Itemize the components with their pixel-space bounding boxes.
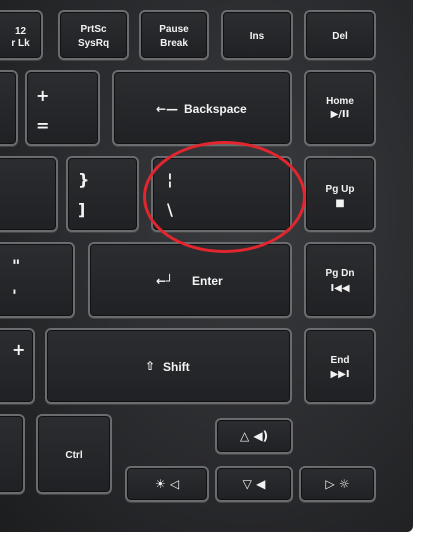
- key-ins-label: Ins: [249, 31, 265, 42]
- key-ctrl[interactable]: Ctrl: [36, 414, 112, 494]
- key-shift[interactable]: ⇧ Shift: [45, 328, 292, 404]
- key-left-edge-row2[interactable]: [0, 70, 18, 146]
- key-plus-symbol: +: [36, 86, 50, 105]
- key-enter[interactable]: ←┘ Enter: [88, 242, 292, 318]
- key-pause[interactable]: Pause Break: [139, 10, 209, 60]
- key-home[interactable]: Home ▶/II: [304, 70, 376, 146]
- brightness-down-icon: ☀ ◁: [154, 477, 180, 491]
- volume-down-icon: ▽ ◀: [242, 477, 266, 491]
- previous-track-icon: I◀◀: [330, 283, 350, 294]
- keyboard-photo: 12 r Lk PrtSc SysRq Pause Break Ins Del …: [0, 0, 413, 532]
- key-brace[interactable]: } ]: [66, 156, 139, 232]
- key-f12-top: 12: [14, 26, 27, 37]
- key-prtsc[interactable]: PrtSc SysRq: [58, 10, 129, 60]
- key-bracket-symbol: ]: [78, 200, 86, 219]
- key-left-edge-row6[interactable]: [0, 414, 25, 494]
- key-brace-symbol: }: [78, 170, 90, 189]
- key-prtsc-top: PrtSc: [80, 24, 107, 35]
- key-prtsc-bottom: SysRq: [77, 38, 110, 49]
- key-left-edge-row5[interactable]: +: [0, 328, 35, 404]
- brightness-up-icon: ▷ ☼: [325, 477, 350, 491]
- key-pgdn-label: Pg Dn: [325, 268, 355, 279]
- volume-up-icon: △ ◀): [239, 429, 269, 443]
- key-del[interactable]: Del: [304, 10, 376, 60]
- key-pgdn[interactable]: Pg Dn I◀◀: [304, 242, 376, 318]
- stop-icon: ■: [335, 198, 345, 209]
- key-equal-symbol: =: [36, 116, 50, 135]
- key-pgup-label: Pg Up: [325, 184, 355, 195]
- play-pause-icon: ▶/II: [330, 109, 350, 120]
- key-pause-bottom: Break: [160, 38, 188, 49]
- key-left-edge-row3[interactable]: [0, 156, 58, 232]
- key-pipe-backslash[interactable]: ¦ \: [151, 156, 292, 232]
- key-up-arrow[interactable]: △ ◀): [215, 418, 293, 454]
- enter-arrow-icon: ←┘: [156, 274, 174, 288]
- key-ins[interactable]: Ins: [221, 10, 293, 60]
- key-left-arrow[interactable]: ☀ ◁: [125, 466, 209, 502]
- key-quote[interactable]: " ': [0, 242, 75, 318]
- key-end[interactable]: End ▶▶I: [304, 328, 376, 404]
- key-plus-left-symbol: +: [12, 340, 26, 359]
- key-pgup[interactable]: Pg Up ■: [304, 156, 376, 232]
- key-singlequote-symbol: ': [12, 286, 17, 305]
- key-ctrl-label: Ctrl: [65, 450, 83, 461]
- key-f12-bottom: r Lk: [11, 38, 30, 49]
- key-plus-equal[interactable]: + =: [25, 70, 100, 146]
- key-backslash-symbol: \: [167, 200, 173, 219]
- key-doublequote-symbol: ": [12, 256, 21, 275]
- key-pipe-symbol: ¦: [167, 170, 173, 189]
- next-track-icon: ▶▶I: [330, 369, 350, 380]
- key-end-label: End: [330, 355, 350, 366]
- key-f12[interactable]: 12 r Lk: [0, 10, 43, 60]
- key-del-label: Del: [332, 31, 348, 42]
- key-enter-label: Enter: [192, 274, 223, 288]
- key-shift-label: Shift: [163, 360, 190, 374]
- key-right-arrow[interactable]: ▷ ☼: [299, 466, 376, 502]
- key-home-label: Home: [326, 96, 354, 107]
- key-down-arrow[interactable]: ▽ ◀: [215, 466, 293, 502]
- shift-arrow-icon: ⇧: [145, 359, 156, 373]
- backspace-arrow-icon: ←—: [156, 102, 179, 116]
- key-backspace-label: Backspace: [184, 102, 247, 116]
- key-pause-top: Pause: [159, 24, 189, 35]
- key-backspace[interactable]: ←— Backspace: [112, 70, 292, 146]
